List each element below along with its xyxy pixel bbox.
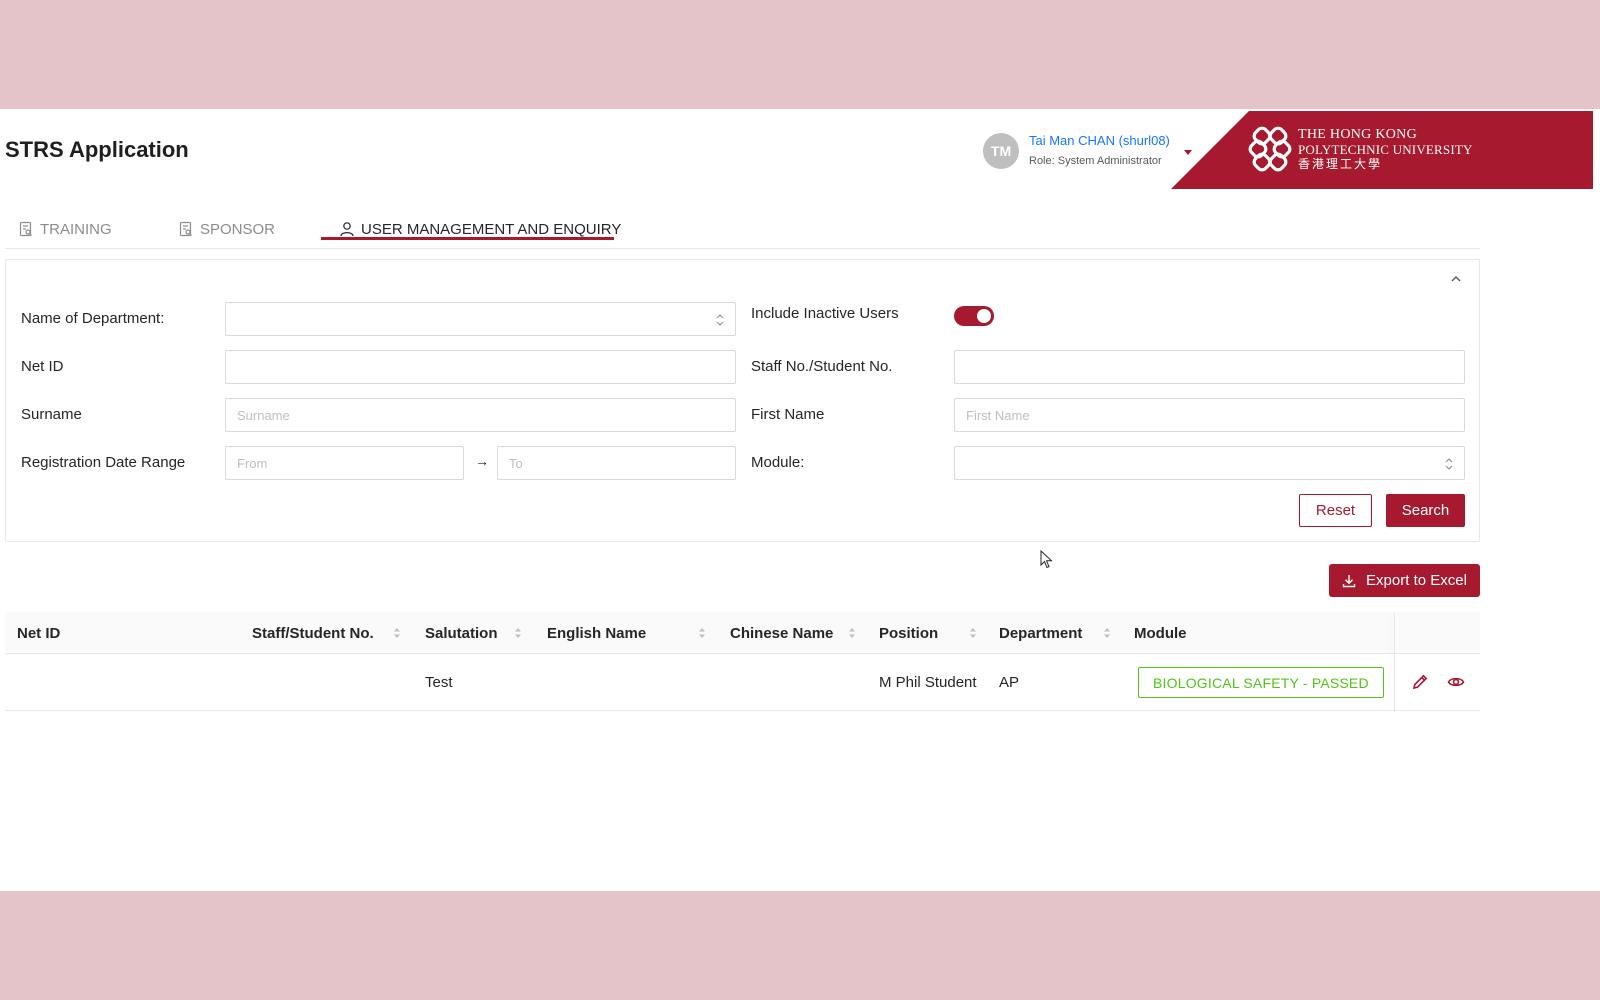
col-chinese-name[interactable]: Chinese Name <box>730 612 833 654</box>
main-tabs: TRAINING SPONSOR USER MANAGEMENT AND ENQ… <box>5 209 1480 249</box>
tab-training[interactable]: TRAINING <box>18 209 112 249</box>
col-salutation[interactable]: Salutation <box>425 612 498 654</box>
user-menu[interactable]: TM Tai Man CHAN (shurl08) Role: System A… <box>983 131 1192 171</box>
sort-icon[interactable] <box>969 626 977 640</box>
col-department[interactable]: Department <box>999 612 1082 654</box>
tab-sponsor[interactable]: SPONSOR <box>178 209 275 249</box>
search-button[interactable]: Search <box>1386 494 1465 527</box>
edit-button[interactable] <box>1411 673 1429 691</box>
date-to-input[interactable] <box>497 446 736 480</box>
export-label: Export to Excel <box>1366 572 1467 589</box>
department-select[interactable] <box>225 302 736 336</box>
module-label: Module: <box>751 454 805 471</box>
sort-icon[interactable] <box>393 626 401 640</box>
sort-arrows-icon <box>716 314 724 326</box>
range-arrow-icon: → <box>475 453 489 469</box>
netid-input[interactable] <box>225 350 736 384</box>
university-banner: THE HONG KONG POLYTECHNIC UNIVERSITY 香港理… <box>1171 111 1593 189</box>
col-english-name[interactable]: English Name <box>547 612 646 654</box>
staff-no-input[interactable] <box>954 350 1465 384</box>
document-search-icon <box>178 221 194 237</box>
mouse-cursor-icon <box>1040 550 1053 569</box>
department-label: Name of Department: <box>21 310 165 327</box>
user-role: Role: System Administrator <box>1029 155 1162 167</box>
download-icon <box>1342 574 1356 588</box>
fixed-column-divider <box>1394 612 1395 712</box>
eye-icon <box>1447 677 1465 687</box>
active-tab-indicator <box>321 237 614 240</box>
sort-icon[interactable] <box>698 626 706 640</box>
reg-date-label: Registration Date Range <box>21 454 186 471</box>
collapse-button[interactable] <box>1447 270 1465 288</box>
user-icon <box>339 221 355 237</box>
module-select[interactable] <box>954 446 1465 480</box>
netid-label: Net ID <box>21 358 64 375</box>
chevron-up-icon <box>1451 276 1461 282</box>
cell-salutation: Test <box>425 674 453 691</box>
university-logo-icon <box>1248 126 1292 172</box>
module-status-tag: BIOLOGICAL SAFETY - PASSED <box>1138 667 1384 698</box>
university-name-chinese: 香港理工大學 <box>1298 157 1383 171</box>
reset-button[interactable]: Reset <box>1299 494 1372 527</box>
document-search-icon <box>18 221 34 237</box>
include-inactive-toggle[interactable] <box>954 306 994 326</box>
include-inactive-label: Include Inactive Users <box>751 305 899 322</box>
user-table: Net ID Staff/Student No. Salutation Engl… <box>5 612 1480 712</box>
app-title: STRS Application <box>5 137 189 162</box>
cell-position: M Phil Student <box>879 674 977 691</box>
search-filter-panel: Name of Department: Include Inactive Use… <box>5 259 1480 542</box>
firstname-label: First Name <box>751 406 825 423</box>
col-staff-no[interactable]: Staff/Student No. <box>252 612 374 654</box>
university-name: THE HONG KONG POLYTECHNIC UNIVERSITY 香港理… <box>1298 127 1473 172</box>
date-from-input[interactable] <box>225 446 464 480</box>
user-name[interactable]: Tai Man CHAN (shurl08) <box>1029 132 1170 150</box>
firstname-input[interactable] <box>954 398 1465 432</box>
university-name-line1: THE HONG KONG <box>1298 127 1417 142</box>
caret-down-icon[interactable] <box>1183 149 1192 155</box>
col-netid[interactable]: Net ID <box>17 612 60 654</box>
app-window: STRS Application TM Tai Man CHAN (shurl0… <box>0 109 1600 891</box>
tab-label: TRAINING <box>40 220 112 238</box>
tab-label: USER MANAGEMENT AND ENQUIRY <box>361 220 622 238</box>
pencil-icon <box>1412 674 1428 690</box>
tab-user-management[interactable]: USER MANAGEMENT AND ENQUIRY <box>339 209 621 249</box>
col-position[interactable]: Position <box>879 612 938 654</box>
export-to-excel-button[interactable]: Export to Excel <box>1329 564 1480 597</box>
sort-arrows-icon <box>1445 458 1453 470</box>
staff-no-label: Staff No./Student No. <box>751 358 893 375</box>
university-name-line2: POLYTECHNIC UNIVERSITY <box>1298 142 1473 157</box>
surname-input[interactable] <box>225 398 736 432</box>
tab-label: SPONSOR <box>200 220 276 238</box>
toggle-knob <box>977 309 991 323</box>
sort-icon[interactable] <box>514 626 522 640</box>
cell-department: AP <box>999 674 1020 691</box>
sort-icon[interactable] <box>1103 626 1111 640</box>
sort-icon[interactable] <box>848 626 856 640</box>
view-button[interactable] <box>1447 673 1465 691</box>
surname-label: Surname <box>21 406 82 423</box>
user-info: Tai Man CHAN (shurl08) Role: System Admi… <box>1029 132 1170 170</box>
avatar: TM <box>983 133 1019 169</box>
col-module: Module <box>1134 624 1187 642</box>
table-row[interactable]: Test M Phil Student AP BIOLOGICAL SAFETY… <box>5 654 1480 711</box>
table-header: Net ID Staff/Student No. Salutation Engl… <box>5 612 1480 654</box>
